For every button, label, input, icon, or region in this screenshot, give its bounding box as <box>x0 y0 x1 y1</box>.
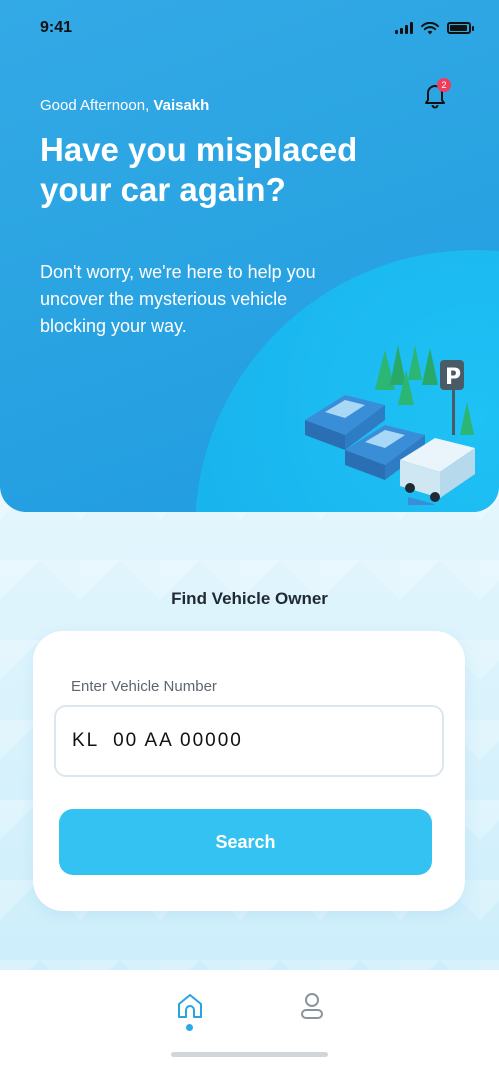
svg-text:P: P <box>445 365 461 390</box>
vehicle-number-label: Enter Vehicle Number <box>71 678 217 695</box>
nav-profile-button[interactable] <box>297 990 327 1022</box>
status-time: 9:41 <box>40 19 73 36</box>
notification-badge: 2 <box>437 78 451 92</box>
vehicle-number-input[interactable] <box>54 705 444 777</box>
active-tab-indicator <box>186 1024 193 1031</box>
status-icons <box>395 21 474 35</box>
nav-home-button[interactable] <box>175 990 205 1022</box>
status-bar: 9:41 <box>0 0 499 56</box>
battery-icon <box>447 22 474 34</box>
hero-subtext: Don't worry, we're here to help you unco… <box>40 262 316 336</box>
home-icon <box>178 994 202 1018</box>
search-card: Enter Vehicle Number Search <box>33 631 465 911</box>
profile-icon <box>301 993 323 1019</box>
greeting: Good Afternoon, Vaisakh <box>40 97 209 114</box>
search-button[interactable]: Search <box>59 809 432 875</box>
greeting-prefix: Good Afternoon, <box>40 97 154 114</box>
cellular-signal-icon <box>395 22 413 34</box>
user-name: Vaisakh <box>153 97 210 114</box>
notification-button[interactable]: 2 <box>420 78 452 112</box>
bottom-nav <box>0 970 499 1080</box>
hero-banner: 9:41 2 Good Afternoon, Vaisakh Have you … <box>0 0 499 512</box>
wifi-icon <box>421 21 439 34</box>
headline: Have you misplaced your car again? <box>40 131 358 208</box>
parking-lot-illustration: P <box>305 345 475 505</box>
home-indicator <box>171 1052 328 1057</box>
section-title: Find Vehicle Owner <box>171 589 328 608</box>
